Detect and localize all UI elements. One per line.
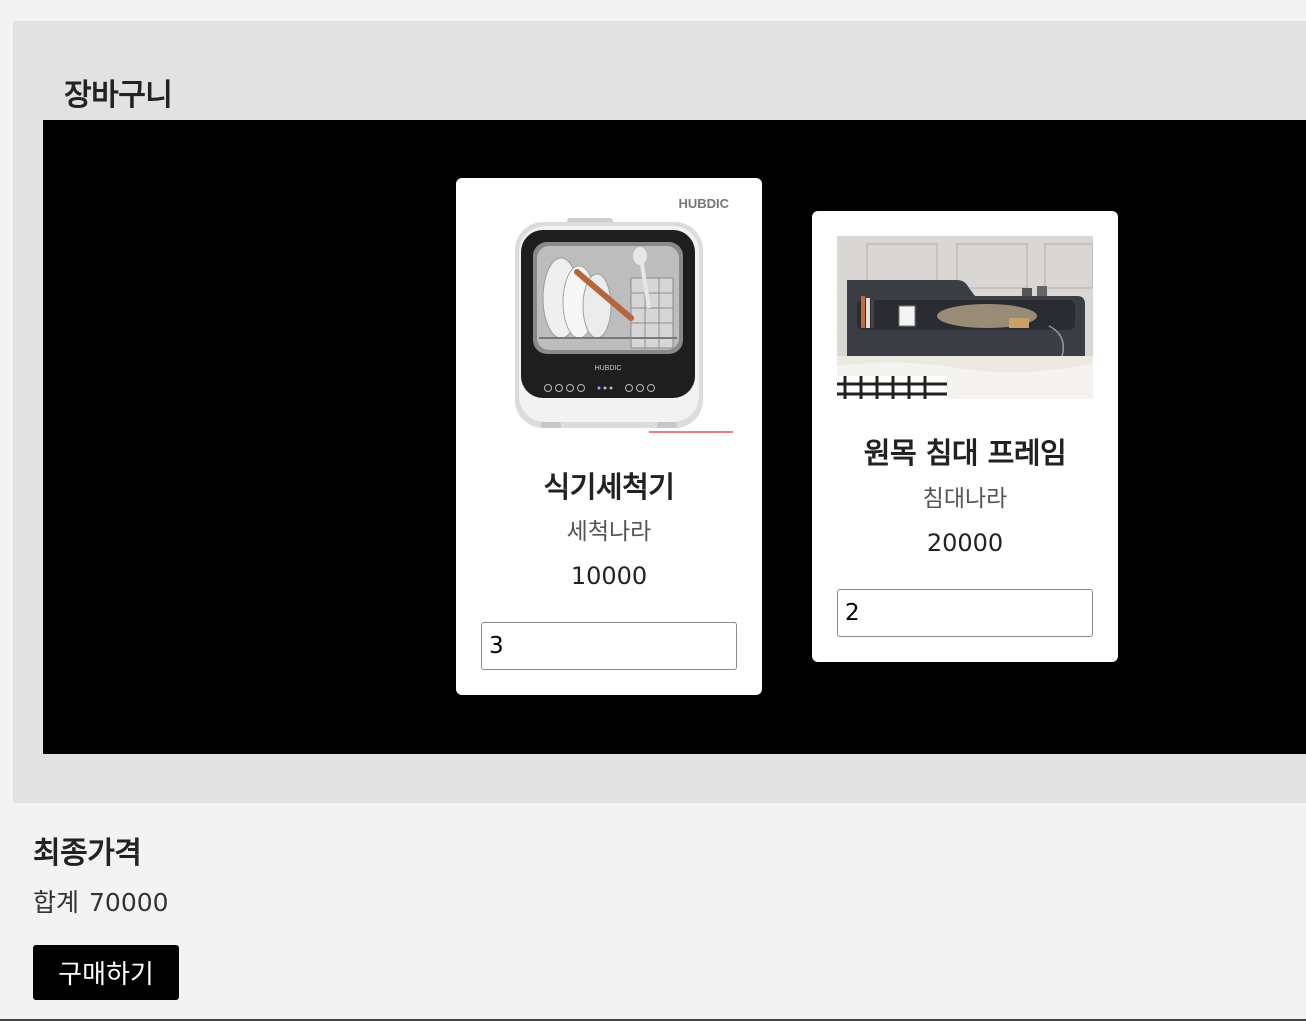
quantity-input[interactable]: [837, 589, 1093, 637]
product-name: 원목 침대 프레임: [863, 436, 1067, 470]
product-price: 10000: [570, 562, 648, 590]
buy-button[interactable]: 구매하기: [33, 945, 179, 1000]
product-name: 식기세척기: [543, 470, 675, 504]
bed-frame-product-image: [837, 236, 1093, 399]
total-value: 70000: [89, 888, 169, 917]
quantity-input[interactable]: [481, 622, 737, 670]
svg-text:HUBDIC: HUBDIC: [595, 365, 622, 372]
total-label: 합계: [33, 888, 80, 917]
cart-page: 장바구니 HUBDIC HUBDIC 식기세척기 세척나라 10000 3 원목…: [0, 0, 1306, 1021]
cart-item-card: HUBDIC HUBDIC 식기세척기 세척나라 10000 3: [456, 178, 762, 695]
total-price: 합계 70000: [33, 883, 169, 919]
cart-section: 장바구니 HUBDIC HUBDIC 식기세척기 세척나라 10000 3 원목…: [13, 21, 1306, 803]
dishwasher-product-image: HUBDIC HUBDIC: [481, 198, 737, 434]
cart-items-container: HUBDIC HUBDIC 식기세척기 세척나라 10000 3 원목 침대 프…: [43, 120, 1306, 754]
image-brand-text: HUBDIC: [678, 198, 729, 211]
product-seller: 세척나라: [566, 519, 652, 545]
summary-title: 최종가격: [33, 836, 142, 871]
cart-title: 장바구니: [64, 78, 173, 113]
cart-item-card: 원목 침대 프레임 침대나라 20000: [812, 211, 1118, 662]
dishwasher-image: HUBDIC HUBDIC: [481, 198, 737, 434]
bed-frame-image: [837, 236, 1093, 399]
product-seller: 침대나라: [922, 486, 1008, 512]
product-price: 20000: [926, 529, 1004, 557]
